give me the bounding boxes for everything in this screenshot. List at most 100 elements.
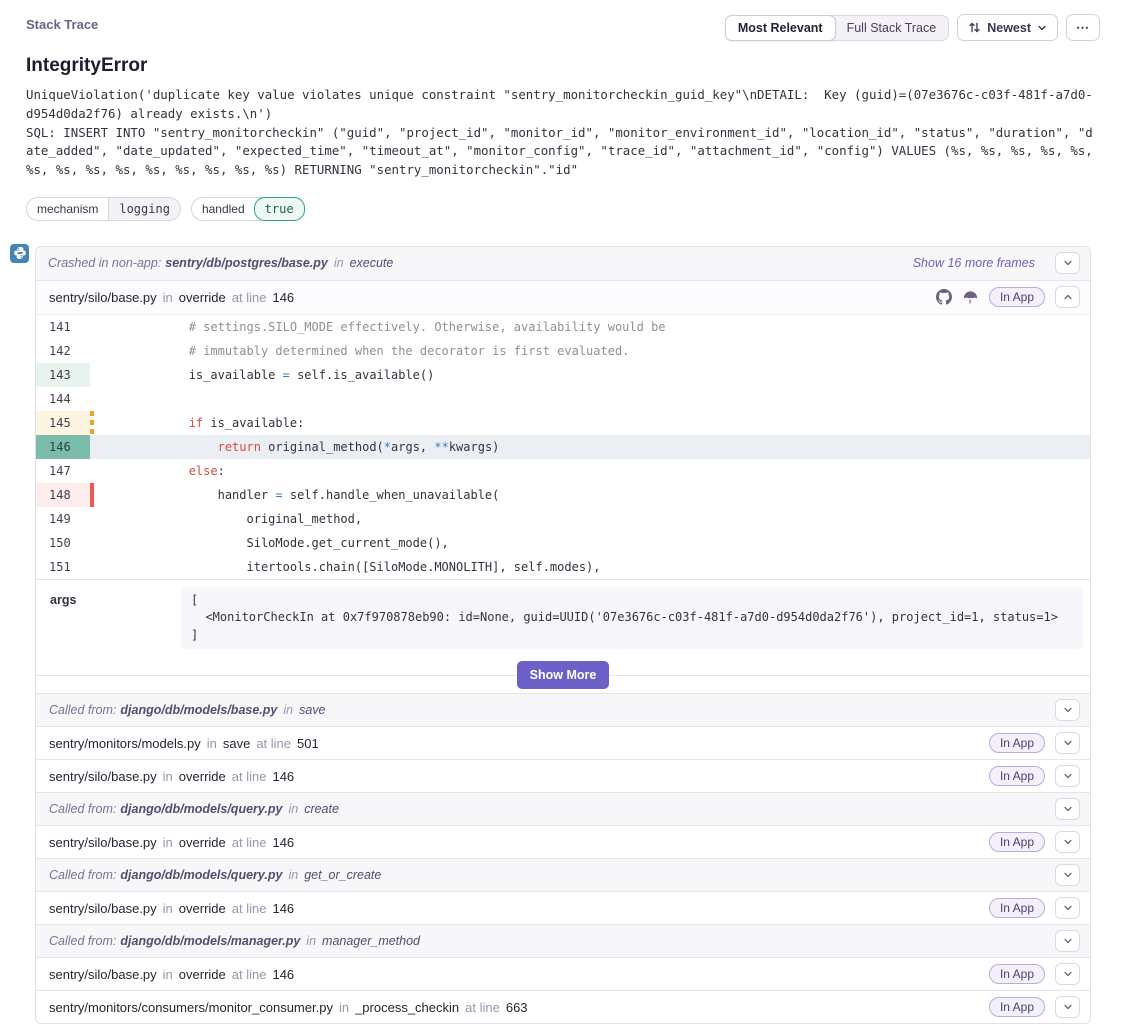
stack-frame-row[interactable]: sentry/monitors/consumers/monitor_consum…	[36, 990, 1090, 1023]
called-from-row[interactable]: Called from:django/db/models/manager.pyi…	[36, 924, 1090, 957]
expand-frame-button[interactable]	[1055, 699, 1080, 721]
code-token	[102, 440, 218, 454]
code-text: return original_method(*args, **kwargs)	[94, 435, 499, 459]
frame-path: sentry/silo/base.py	[49, 769, 157, 784]
code-token: return	[218, 440, 261, 454]
tag-mechanism[interactable]: mechanism logging	[26, 197, 181, 221]
frame-function: manager_method	[322, 934, 420, 948]
in-label: in	[163, 769, 173, 784]
toggle-most-relevant[interactable]: Most Relevant	[725, 15, 836, 41]
line-number: 143	[36, 363, 90, 387]
stack-frame-row[interactable]: sentry/silo/base.pyinoverrideat line146I…	[36, 957, 1090, 990]
frame-line-number: 146	[272, 901, 294, 916]
code-text: itertools.chain([SiloMode.MONOLITH], sel…	[94, 555, 601, 579]
in-app-badge: In App	[989, 766, 1045, 786]
called-from-row[interactable]: Called from:django/db/models/query.pyinc…	[36, 792, 1090, 825]
show-more-frames-link[interactable]: Show 16 more frames	[913, 256, 1035, 270]
at-line-label: at line	[232, 967, 267, 982]
in-label: in	[339, 1000, 349, 1015]
code-token: if	[189, 416, 203, 430]
frame-path: sentry/db/postgres/base.py	[165, 256, 328, 270]
expand-frame-button[interactable]	[1055, 996, 1080, 1018]
code-token: handler	[102, 488, 275, 502]
code-token: is_available	[102, 368, 283, 382]
frame-function: save	[223, 736, 250, 751]
code-token: self.is_available()	[290, 368, 435, 382]
code-token	[102, 464, 189, 478]
code-token: itertools.chain([SiloMode.MONOLITH], sel…	[102, 560, 601, 574]
code-token: # immutably determined when the decorato…	[102, 344, 629, 358]
code-text: else:	[94, 459, 225, 483]
tag-handled[interactable]: handled true	[191, 197, 305, 221]
sort-arrows-icon	[968, 21, 981, 34]
crashed-frame-row[interactable]: Crashed in non-app: sentry/db/postgres/b…	[36, 247, 1090, 281]
stack-frame-row[interactable]: sentry/silo/base.pyinoverrideat line146I…	[36, 759, 1090, 792]
called-from-row[interactable]: Called from:django/db/models/base.pyinsa…	[36, 693, 1090, 726]
code-text	[94, 387, 102, 411]
tags-row: mechanism logging handled true	[26, 197, 1100, 221]
expand-frame-button[interactable]	[1055, 732, 1080, 754]
stack-frame-row[interactable]: sentry/silo/base.pyinoverrideat line146I…	[36, 891, 1090, 924]
code-token: self.handle_when_unavailable(	[283, 488, 500, 502]
sort-button[interactable]: Newest	[957, 14, 1058, 41]
line-number: 144	[36, 387, 90, 411]
frame-function: execute	[350, 256, 394, 270]
ellipsis-icon: ⋯	[1076, 20, 1090, 36]
expand-frame-button[interactable]	[1055, 963, 1080, 985]
codecov-icon[interactable]	[963, 290, 978, 305]
sort-label: Newest	[987, 21, 1031, 35]
code-text: is_available = self.is_available()	[94, 363, 434, 387]
stack-trace-panel: Crashed in non-app: sentry/db/postgres/b…	[35, 246, 1091, 1024]
expand-frame-button[interactable]	[1055, 831, 1080, 853]
frame-line-number: 663	[506, 1000, 528, 1015]
line-number: 142	[36, 339, 90, 363]
more-options-button[interactable]: ⋯	[1066, 14, 1100, 41]
code-token	[102, 416, 189, 430]
in-app-badge: In App	[989, 287, 1045, 307]
github-icon[interactable]	[936, 289, 952, 305]
tag-value: logging	[108, 198, 180, 220]
frame-line-number: 146	[272, 967, 294, 982]
toggle-full-stack-trace[interactable]: Full Stack Trace	[835, 16, 949, 40]
code-token: :	[218, 464, 225, 478]
code-line-147: 147 else:	[36, 459, 1090, 483]
expand-frame-button[interactable]	[1055, 897, 1080, 919]
code-line-142: 142 # immutably determined when the deco…	[36, 339, 1090, 363]
line-number: 150	[36, 531, 90, 555]
error-type-title: IntegrityError	[26, 55, 1100, 77]
frame-path: sentry/silo/base.py	[49, 967, 157, 982]
frame-line-number: 146	[272, 835, 294, 850]
in-label: in	[288, 868, 298, 882]
expand-frame-button[interactable]	[1055, 798, 1080, 820]
code-token: **	[434, 440, 448, 454]
stack-frame-row[interactable]: sentry/monitors/models.pyinsaveat line50…	[36, 726, 1090, 759]
called-from-row[interactable]: Called from:django/db/models/query.pying…	[36, 858, 1090, 891]
code-token: =	[283, 368, 290, 382]
expand-frames-button[interactable]	[1055, 252, 1080, 274]
chevron-down-icon	[1063, 738, 1073, 748]
line-number: 147	[36, 459, 90, 483]
frame-line-number: 146	[272, 769, 294, 784]
collapse-frame-button[interactable]	[1055, 286, 1080, 308]
in-app-badge: In App	[989, 832, 1045, 852]
frame-header-icons	[936, 289, 978, 305]
expanded-frame-header[interactable]: sentry/silo/base.py in override at line …	[36, 281, 1090, 315]
show-more-button[interactable]: Show More	[517, 661, 610, 689]
expand-frame-button[interactable]	[1055, 930, 1080, 952]
chevron-down-icon	[1063, 870, 1073, 880]
in-label: in	[163, 290, 173, 305]
in-label: in	[207, 736, 217, 751]
frame-path: django/db/models/query.py	[120, 802, 282, 816]
at-line-label: at line	[232, 901, 267, 916]
code-line-149: 149 original_method,	[36, 507, 1090, 531]
variable-name: args	[50, 587, 181, 607]
view-toggle: Most Relevant Full Stack Trace	[725, 15, 949, 41]
at-line-label: at line	[256, 736, 291, 751]
collapsed-frames-list: Called from:django/db/models/base.pyinsa…	[36, 693, 1090, 1023]
expand-frame-button[interactable]	[1055, 765, 1080, 787]
in-app-badge: In App	[989, 964, 1045, 984]
in-label: in	[283, 703, 293, 717]
stack-frame-row[interactable]: sentry/silo/base.pyinoverrideat line146I…	[36, 825, 1090, 858]
expand-frame-button[interactable]	[1055, 864, 1080, 886]
frame-function: create	[304, 802, 339, 816]
